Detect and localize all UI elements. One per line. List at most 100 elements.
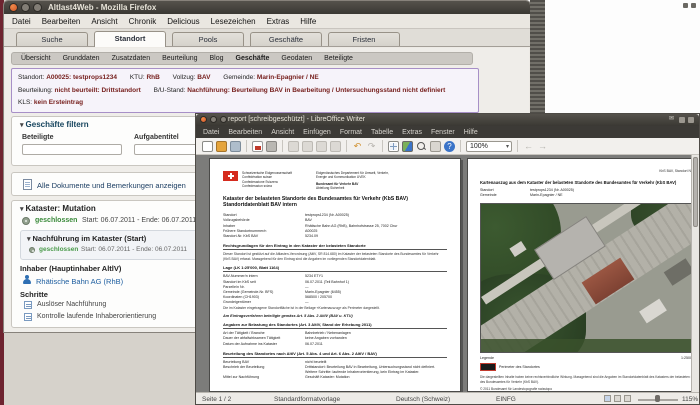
minimize-icon[interactable] — [21, 3, 30, 12]
background-window-close-button[interactable] — [691, 3, 696, 8]
menu-fenster[interactable]: Fenster — [431, 129, 455, 136]
tab-suche[interactable]: Suche — [16, 32, 88, 46]
single-page-view-icon[interactable] — [604, 395, 611, 402]
subtab-blog[interactable]: Blog — [210, 55, 224, 62]
subtab-grunddaten[interactable]: Grunddaten — [63, 55, 100, 62]
map-title: Kartenauszug aus dem Kataster der belast… — [480, 180, 677, 185]
zoom-select[interactable]: 100% ▾ — [466, 140, 512, 152]
zoom-slider-knob[interactable] — [655, 395, 660, 402]
writer-statusbar: Seite 1 / 2 Standardformatvorlage Deutsc… — [196, 392, 699, 404]
kataster-section-header[interactable]: ▾ Kataster: Mutation — [20, 204, 96, 213]
menu-bearbeiten[interactable]: Bearbeiten — [228, 129, 262, 136]
map-building — [639, 298, 667, 324]
subtab-geschaefte[interactable]: Geschäfte — [236, 55, 270, 62]
page-style-indicator[interactable]: Standardformatvorlage — [274, 396, 340, 403]
writer-toolbar: ↶ ↷ ? 100% ▾ ← → — [196, 138, 699, 155]
background-window-button[interactable] — [683, 3, 688, 8]
step-kontrolle[interactable]: Kontrolle laufende Inhaberorientierung — [37, 313, 156, 320]
infobox-line2: Beurteilung: nicht beurteilt: Drittstand… — [18, 85, 472, 98]
beteiligte-input[interactable] — [22, 144, 122, 155]
tab-pools[interactable]: Pools — [172, 32, 244, 46]
save-icon[interactable] — [230, 140, 241, 152]
back-icon[interactable]: ← — [523, 141, 534, 152]
find-icon[interactable] — [416, 141, 427, 152]
menu-extras[interactable]: Extras — [267, 17, 290, 26]
insert-table-icon[interactable] — [388, 140, 399, 152]
menu-hilfe[interactable]: Hilfe — [464, 129, 478, 136]
kataster-status: geschlossen — [35, 217, 78, 224]
menu-bearbeiten[interactable]: Bearbeiten — [42, 17, 81, 26]
filter-section-header[interactable]: ▾ Geschäfte filtern — [20, 120, 89, 129]
desktop-texture-strip — [530, 0, 545, 115]
ktu-value: RhB — [146, 74, 160, 81]
new-document-icon[interactable] — [202, 140, 213, 152]
volume-indicator-icon[interactable] — [679, 117, 685, 123]
forward-icon[interactable]: → — [537, 141, 548, 152]
schritte-label: Schritte — [20, 290, 48, 299]
nachfuehrung-title: Nachführung im Kataster (Start) — [32, 234, 147, 243]
paste-icon[interactable] — [316, 140, 327, 152]
mail-indicator-icon[interactable]: ✉ — [668, 116, 675, 123]
writer-titlebar: report [schreibgeschützt] - LibreOffice … — [196, 114, 699, 126]
vertical-scrollbar[interactable] — [691, 155, 699, 392]
menu-datei[interactable]: Datei — [12, 17, 31, 26]
menu-format[interactable]: Format — [340, 129, 362, 136]
tab-standort[interactable]: Standort — [94, 31, 166, 47]
subtab-beteiligte[interactable]: Beteiligte — [324, 55, 353, 62]
menu-ansicht[interactable]: Ansicht — [271, 129, 294, 136]
subtab-beurteilung[interactable]: Beurteilung — [162, 55, 197, 62]
book-view-icon[interactable] — [624, 395, 631, 402]
legend-label: Legende — [480, 356, 494, 361]
menu-extras[interactable]: Extras — [402, 129, 422, 136]
step-ausloeser[interactable]: Auslöser Nachführung — [37, 301, 106, 308]
menu-tabelle[interactable]: Tabelle — [371, 129, 393, 136]
menu-chronik[interactable]: Chronik — [129, 17, 157, 26]
section-heading: Lage (LK 1:25'000, Blatt 1164) — [223, 265, 447, 273]
cut-icon[interactable] — [288, 140, 299, 152]
app-tabbar: Suche Standort Pools Geschäfte Fristen — [4, 29, 530, 47]
nachfuehrung-header[interactable]: ▾ Nachführung im Kataster (Start) — [27, 234, 146, 243]
redo-icon[interactable]: ↷ — [366, 141, 377, 152]
menu-ansicht[interactable]: Ansicht — [91, 17, 117, 26]
help-icon[interactable]: ? — [444, 140, 455, 152]
maximize-icon[interactable] — [220, 116, 227, 123]
kls-value: kein Ersteintrag — [33, 99, 84, 106]
scrollbar-thumb[interactable] — [693, 157, 698, 227]
close-icon[interactable] — [9, 3, 18, 12]
subtab-zusatzdaten[interactable]: Zusatzdaten — [112, 55, 151, 62]
firefox-window-title: Altlast4Web - Mozilla Firefox — [48, 3, 157, 12]
open-icon[interactable] — [216, 140, 227, 152]
copy-icon[interactable] — [302, 140, 313, 152]
beurteilung-label: Beurteilung: — [18, 86, 53, 94]
export-pdf-icon[interactable] — [252, 140, 263, 152]
menu-delicious[interactable]: Delicious — [167, 17, 199, 26]
vollzug-label: Vollzug: — [172, 74, 196, 81]
menu-lesezeichen[interactable]: Lesezeichen — [211, 17, 256, 26]
language-indicator[interactable]: Deutsch (Schweiz) — [396, 396, 450, 403]
all-documents-link[interactable]: Alle Dokumente und Bemerkungen anzeigen — [37, 181, 186, 190]
menu-hilfe[interactable]: Hilfe — [300, 17, 316, 26]
multi-page-view-icon[interactable] — [614, 395, 621, 402]
menu-datei[interactable]: Datei — [203, 129, 219, 136]
navigator-icon[interactable] — [430, 140, 441, 152]
toolbar-separator — [246, 140, 247, 152]
maximize-icon[interactable] — [33, 3, 42, 12]
inhaber-label: Inhaber (Hauptinhaber AltlV) — [20, 264, 122, 273]
desktop: Altlast4Web - Mozilla Firefox Datei Bear… — [0, 0, 700, 405]
session-indicator-icon[interactable] — [688, 117, 694, 123]
format-paintbrush-icon[interactable] — [330, 140, 341, 152]
subtab-geodaten[interactable]: Geodaten — [281, 55, 312, 62]
aerial-photo — [480, 203, 692, 354]
minimize-icon[interactable] — [210, 116, 217, 123]
subtab-uebersicht[interactable]: Übersicht — [21, 55, 51, 62]
toolbar-separator — [460, 140, 461, 152]
gallery-icon[interactable] — [402, 140, 413, 152]
inhaber-link[interactable]: Rhätische Bahn AG (RhB) — [36, 277, 123, 286]
print-icon[interactable] — [266, 140, 277, 152]
close-icon[interactable] — [200, 116, 207, 123]
undo-icon[interactable]: ↶ — [352, 141, 363, 152]
menu-einfuegen[interactable]: Einfügen — [303, 129, 331, 136]
tab-fristen[interactable]: Fristen — [328, 32, 400, 46]
tab-geschaefte[interactable]: Geschäfte — [250, 32, 322, 46]
insert-mode-indicator[interactable]: EINFG — [496, 396, 516, 403]
